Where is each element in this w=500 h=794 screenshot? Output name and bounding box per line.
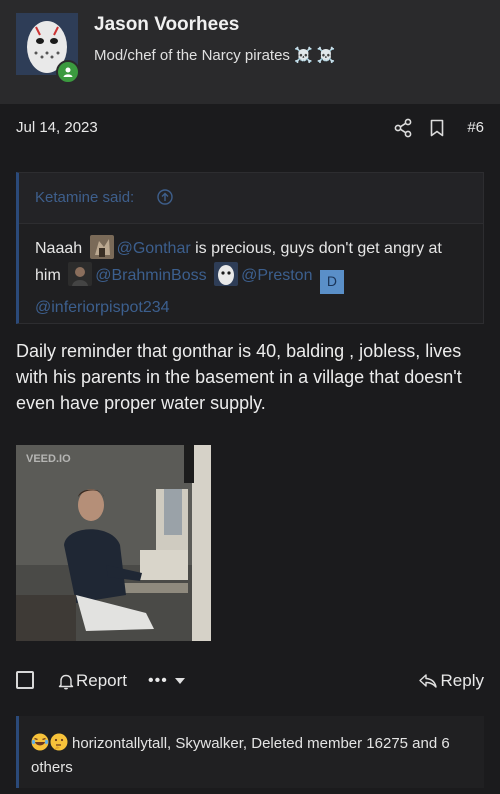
reply-label: Reply	[440, 671, 484, 690]
quote-text: Naaah	[35, 240, 83, 257]
quote-author[interactable]: Ketamine said:	[35, 189, 134, 206]
reactions-bar[interactable]: horizontallytall, Skywalker, Deleted mem…	[16, 716, 484, 788]
more-label: •••	[148, 672, 168, 689]
more-options-button[interactable]: •••	[148, 668, 186, 694]
attached-image[interactable]: VEED.IO	[16, 445, 211, 641]
quote-content: Naaah @Gonthar is precious, guys don't g…	[35, 235, 465, 321]
user-icon	[63, 67, 73, 77]
mention-link[interactable]: @inferiorpispot234	[35, 299, 170, 316]
post-date[interactable]: Jul 14, 2023	[16, 119, 98, 136]
mention-link[interactable]: @Gonthar	[117, 240, 191, 257]
post-body: Daily reminder that gonthar is 40, baldi…	[16, 341, 462, 413]
mention-link[interactable]: @Preston	[241, 267, 312, 284]
post-author-header: Jason Voorhees Mod/chef of the Narcy pir…	[0, 0, 500, 104]
quote-block: Ketamine said: Naaah @Gonthar is preciou…	[16, 172, 484, 324]
caret-down-icon	[174, 678, 185, 684]
avatar	[68, 262, 93, 286]
author-title: Mod/chef of the Narcy pirates ☠️ ☠️	[94, 47, 336, 64]
select-post-checkbox[interactable]	[16, 671, 34, 689]
bell-icon	[58, 674, 74, 689]
share-icon[interactable]	[394, 118, 412, 138]
report-button[interactable]: Report	[58, 668, 127, 694]
laughing-crying-emoji-icon	[31, 733, 49, 751]
letter-avatar: D	[319, 269, 344, 294]
post-actions: Report ••• Reply	[16, 668, 484, 694]
post-number[interactable]: #6	[467, 119, 484, 136]
bookmark-icon[interactable]	[430, 119, 444, 137]
watermark-text: VEED.IO	[26, 453, 71, 465]
online-status-badge	[56, 60, 80, 84]
quote-header: Ketamine said:	[19, 173, 483, 224]
author-name[interactable]: Jason Voorhees	[94, 14, 239, 36]
avatar	[89, 235, 114, 259]
arrow-up-circle-icon[interactable]	[157, 189, 173, 205]
reply-arrow-icon	[418, 674, 437, 688]
reactions-summary: horizontallytall, Skywalker, Deleted mem…	[31, 732, 471, 780]
avatar	[214, 262, 239, 286]
thinking-emoji-icon	[50, 733, 68, 751]
reactions-text[interactable]: horizontallytall, Skywalker, Deleted mem…	[31, 735, 450, 776]
post-meta-row: Jul 14, 2023 #6	[16, 118, 484, 140]
report-label: Report	[76, 671, 128, 690]
mention-link[interactable]: @BrahminBoss	[95, 267, 206, 284]
reply-button[interactable]: Reply	[418, 668, 484, 694]
